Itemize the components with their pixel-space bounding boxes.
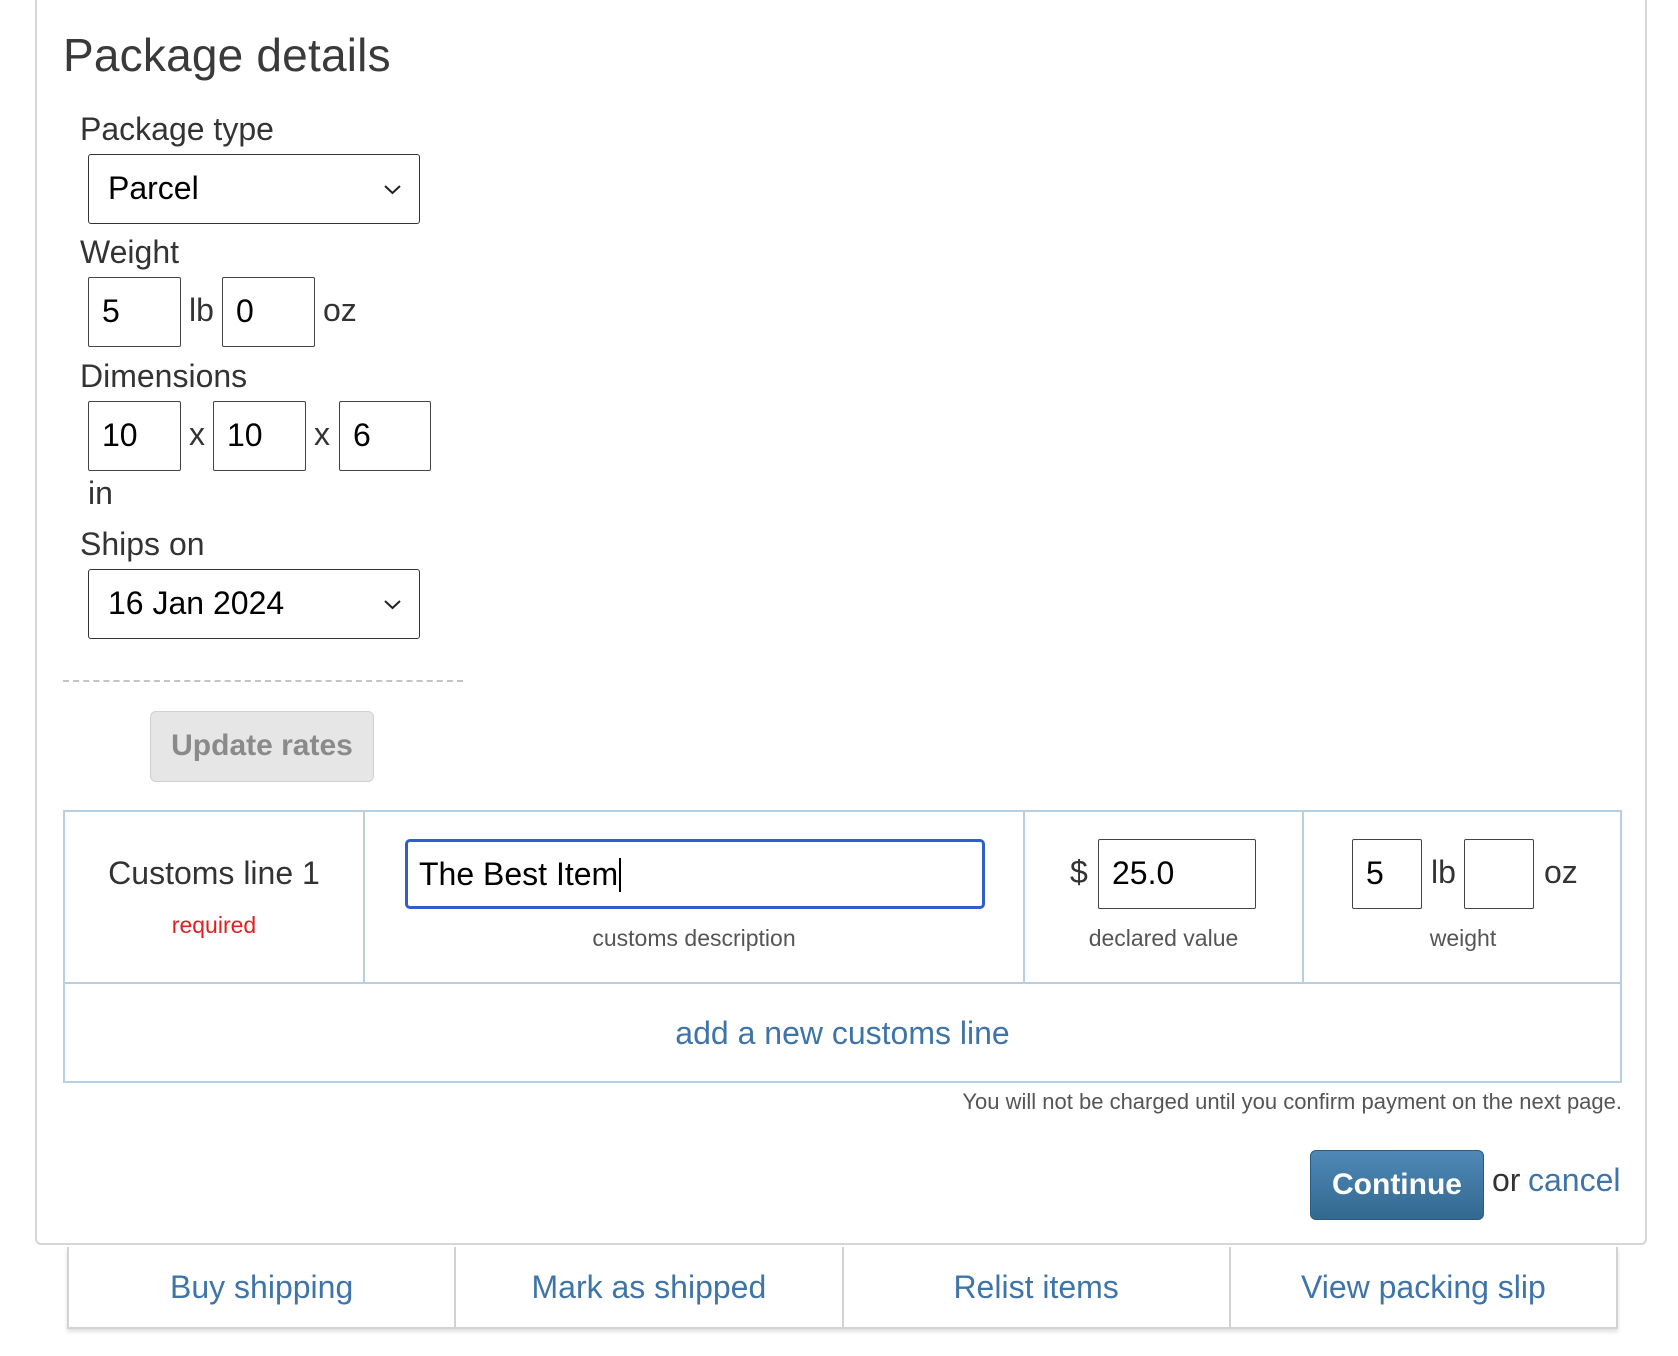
weight-label: Weight (80, 234, 180, 270)
customs-description-value: The Best Item (419, 856, 619, 892)
ships-on-select[interactable]: 16 Jan 2024 (88, 569, 420, 639)
payment-notice: You will not be charged until you confir… (962, 1089, 1622, 1114)
customs-weight-oz-input[interactable] (1464, 839, 1534, 909)
customs-table: Customs line 1 required The Best Item cu… (63, 810, 1622, 1083)
package-type-label: Package type (80, 111, 274, 147)
ships-on-label: Ships on (80, 526, 205, 562)
package-type-value: Parcel (108, 170, 199, 206)
tab-mark-as-shipped[interactable]: Mark as shipped (456, 1247, 844, 1327)
customs-weight-lb-input[interactable]: 5 (1352, 839, 1422, 909)
customs-line-row: Customs line 1 required The Best Item cu… (65, 812, 1620, 984)
dimension-height-input[interactable]: 6 (339, 401, 431, 471)
declared-value-caption: declared value (1088, 925, 1239, 951)
customs-weight-caption: weight (1429, 925, 1497, 951)
customs-weight-oz-unit: oz (1544, 854, 1578, 890)
customs-line-title-cell: Customs line 1 required (65, 812, 365, 984)
customs-description-caption: customs description (592, 925, 796, 951)
declared-value-cell: $ 25.0 declared value (1025, 812, 1304, 984)
weight-lb-unit: lb (189, 292, 214, 328)
weight-lb-input[interactable]: 5 (88, 277, 181, 347)
text-cursor (619, 857, 622, 892)
page-title: Package details (63, 29, 391, 81)
customs-description-input[interactable]: The Best Item (405, 839, 985, 909)
tab-buy-shipping[interactable]: Buy shipping (69, 1247, 457, 1327)
cancel-link[interactable]: cancel (1528, 1162, 1621, 1199)
customs-description-cell: The Best Item customs description (365, 812, 1025, 984)
add-customs-line-link[interactable]: add a new customs line (65, 984, 1620, 1083)
customs-weight-lb-unit: lb (1431, 854, 1456, 890)
tab-view-packing-slip[interactable]: View packing slip (1231, 1247, 1616, 1327)
dimension-length-input[interactable]: 10 (88, 401, 181, 471)
dimension-separator: x (189, 416, 205, 452)
dimension-unit: in (88, 475, 113, 511)
dimensions-label: Dimensions (80, 358, 248, 394)
dimension-separator: x (314, 416, 330, 452)
tab-relist-items[interactable]: Relist items (844, 1247, 1231, 1327)
weight-oz-input[interactable]: 0 (222, 277, 315, 347)
or-text: or (1492, 1162, 1521, 1198)
package-type-select[interactable]: Parcel (88, 154, 420, 224)
dimension-width-input[interactable]: 10 (213, 401, 306, 471)
action-tabs: Buy shipping Mark as shipped Relist item… (67, 1247, 1618, 1329)
chevron-down-icon (384, 185, 401, 195)
declared-value-input[interactable]: 25.0 (1098, 839, 1256, 909)
weight-oz-unit: oz (323, 292, 357, 328)
continue-button[interactable]: Continue (1310, 1150, 1484, 1220)
required-label: required (171, 912, 257, 938)
currency-symbol: $ (1070, 854, 1088, 890)
chevron-down-icon (384, 600, 401, 610)
customs-weight-cell: 5 lb oz weight (1304, 812, 1622, 984)
section-divider (63, 680, 463, 682)
customs-line-title: Customs line 1 (108, 855, 320, 891)
update-rates-button[interactable]: Update rates (150, 711, 374, 782)
ships-on-value: 16 Jan 2024 (108, 585, 285, 621)
